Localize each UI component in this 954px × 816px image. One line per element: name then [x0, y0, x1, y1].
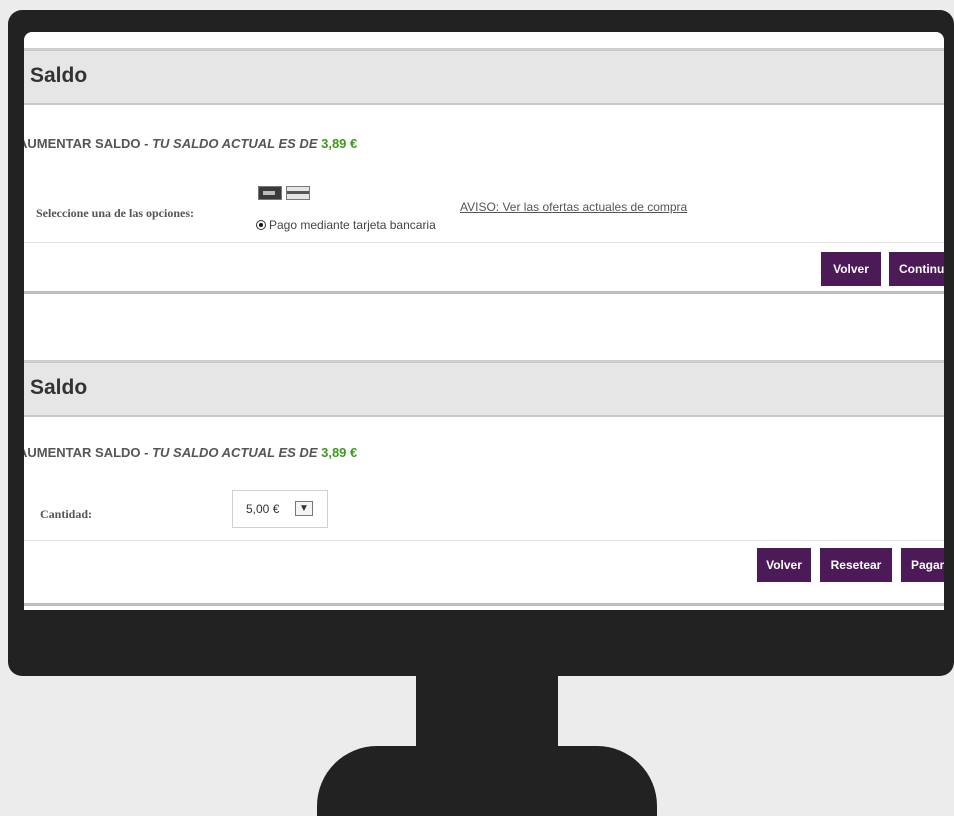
bank-card-icon — [286, 186, 310, 200]
back-button[interactable]: Volver — [821, 252, 881, 286]
quantity-label: Cantidad: — [40, 507, 93, 521]
pay-button[interactable]: Pagar — [901, 548, 944, 582]
reset-button[interactable]: Resetear — [820, 548, 892, 582]
balance-line: AUMENTAR SALDO - TU SALDO ACTUAL ES DE 3… — [24, 445, 357, 460]
card-payment-radio[interactable] — [256, 220, 266, 230]
balance-amount: 3,89 € — [321, 445, 358, 460]
monitor-base — [317, 746, 657, 816]
continue-button[interactable]: Continuar — [889, 252, 944, 286]
offers-notice-link[interactable]: AVISO: Ver las ofertas actuales de compr… — [460, 200, 687, 214]
row-divider — [24, 242, 944, 243]
row-divider — [24, 540, 944, 541]
back-button[interactable]: Volver — [757, 548, 811, 582]
panel-bottom-border — [24, 603, 944, 606]
card-payment-label[interactable]: Pago mediante tarjeta bancaria — [269, 218, 436, 232]
monitor-screen: Saldo AUMENTAR SALDO - TU SALDO ACTUAL E… — [24, 32, 944, 610]
quantity-select[interactable]: 5,00 € ▼ — [232, 490, 328, 528]
balance-label: TU SALDO ACTUAL ES DE — [152, 136, 322, 151]
monitor-neck — [416, 672, 558, 754]
balance-prefix: AUMENTAR SALDO - — [24, 136, 153, 151]
balance-line: AUMENTAR SALDO - TU SALDO ACTUAL ES DE 3… — [24, 136, 357, 151]
chevron-down-icon[interactable]: ▼ — [295, 501, 313, 516]
credit-card-icon — [258, 186, 282, 200]
balance-amount: 3,89 € — [321, 136, 358, 151]
payment-options-label: Seleccione una de las opciones: — [36, 206, 194, 220]
panel-title: Saldo — [30, 64, 88, 87]
saldo-panel-amount: Saldo AUMENTAR SALDO - TU SALDO ACTUAL E… — [24, 360, 944, 610]
saldo-panel-payment-method: Saldo AUMENTAR SALDO - TU SALDO ACTUAL E… — [24, 32, 944, 294]
balance-prefix: AUMENTAR SALDO - — [24, 445, 153, 460]
panel-title: Saldo — [30, 376, 88, 399]
balance-label: TU SALDO ACTUAL ES DE — [152, 445, 322, 460]
panel-bottom-border — [24, 291, 944, 294]
panel-header: Saldo — [24, 50, 944, 105]
panel-header: Saldo — [24, 362, 944, 417]
quantity-value: 5,00 € — [246, 502, 280, 516]
